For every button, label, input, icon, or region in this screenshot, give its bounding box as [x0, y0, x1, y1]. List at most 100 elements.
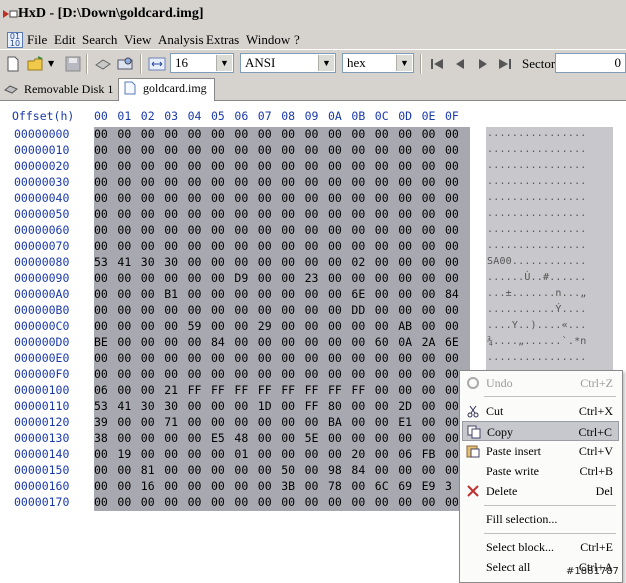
hex-byte[interactable]: 00: [94, 223, 108, 237]
hex-byte[interactable]: 00: [351, 351, 365, 365]
hex-byte[interactable]: 00: [141, 223, 155, 237]
hex-byte[interactable]: 00: [211, 159, 225, 173]
hex-byte[interactable]: 00: [375, 191, 389, 205]
hex-byte[interactable]: 00: [141, 207, 155, 221]
hex-byte[interactable]: 00: [188, 239, 202, 253]
hex-byte[interactable]: FF: [305, 399, 319, 413]
menu-item-cut[interactable]: Cut Ctrl+X: [462, 401, 619, 421]
hex-byte[interactable]: 00: [351, 415, 365, 429]
hex-byte[interactable]: 00: [398, 175, 412, 189]
hex-byte[interactable]: 00: [375, 415, 389, 429]
first-sector-icon[interactable]: [428, 55, 446, 73]
menu-item-paste-insert[interactable]: Paste insert Ctrl+V: [462, 441, 619, 461]
hex-byte[interactable]: 00: [281, 127, 295, 141]
hex-byte[interactable]: 00: [234, 367, 248, 381]
hex-byte[interactable]: 00: [328, 319, 342, 333]
hex-byte[interactable]: 30: [141, 399, 155, 413]
text-row[interactable]: ................: [487, 224, 587, 235]
hex-byte[interactable]: 00: [141, 287, 155, 301]
hex-byte[interactable]: 00: [305, 463, 319, 477]
hex-byte[interactable]: 00: [164, 143, 178, 157]
hex-byte[interactable]: 00: [328, 127, 342, 141]
hex-byte[interactable]: 00: [351, 127, 365, 141]
hex-byte[interactable]: 00: [94, 463, 108, 477]
hex-byte[interactable]: 80: [328, 399, 342, 413]
hex-byte[interactable]: 00: [234, 207, 248, 221]
hex-byte[interactable]: 00: [234, 319, 248, 333]
menu-extras[interactable]: Extras: [206, 32, 239, 48]
menu-search[interactable]: Search: [82, 32, 117, 48]
text-row[interactable]: ................: [487, 240, 587, 251]
hex-byte[interactable]: 00: [211, 399, 225, 413]
hex-byte[interactable]: 00: [141, 175, 155, 189]
hex-byte[interactable]: 00: [445, 303, 459, 317]
hex-byte[interactable]: 00: [422, 463, 436, 477]
hex-byte[interactable]: 00: [211, 287, 225, 301]
hex-byte[interactable]: AB: [398, 319, 412, 333]
menu-item-select-block[interactable]: Select block... Ctrl+E: [462, 537, 619, 557]
text-row[interactable]: ................: [487, 208, 587, 219]
hex-byte[interactable]: 00: [281, 367, 295, 381]
hex-byte[interactable]: 00: [328, 335, 342, 349]
hex-byte[interactable]: 00: [141, 319, 155, 333]
hex-byte[interactable]: 00: [281, 271, 295, 285]
hex-byte[interactable]: 00: [398, 495, 412, 509]
hex-byte[interactable]: 00: [281, 303, 295, 317]
hex-byte[interactable]: 00: [281, 335, 295, 349]
hex-byte[interactable]: 00: [422, 287, 436, 301]
hex-byte[interactable]: 00: [211, 495, 225, 509]
hex-byte[interactable]: 00: [188, 127, 202, 141]
open-disk-icon[interactable]: [94, 55, 112, 73]
menu-item-paste-write[interactable]: Paste write Ctrl+B: [462, 461, 619, 481]
hex-byte[interactable]: 00: [398, 463, 412, 477]
hex-byte[interactable]: 00: [351, 319, 365, 333]
hex-byte[interactable]: 39: [94, 415, 108, 429]
hex-byte[interactable]: 00: [141, 415, 155, 429]
text-row[interactable]: ................: [487, 352, 587, 363]
hex-byte[interactable]: 00: [305, 319, 319, 333]
hex-byte[interactable]: 41: [117, 255, 131, 269]
hex-byte[interactable]: 00: [141, 383, 155, 397]
hex-byte[interactable]: 41: [117, 399, 131, 413]
hex-byte[interactable]: 00: [234, 255, 248, 269]
hex-byte[interactable]: 00: [188, 303, 202, 317]
hex-byte[interactable]: 00: [422, 319, 436, 333]
hex-byte[interactable]: 00: [211, 479, 225, 493]
hex-byte[interactable]: 00: [305, 143, 319, 157]
hex-byte[interactable]: 00: [117, 383, 131, 397]
hex-byte[interactable]: 00: [422, 431, 436, 445]
hex-byte[interactable]: 00: [164, 463, 178, 477]
last-sector-icon[interactable]: [496, 55, 514, 73]
hex-byte[interactable]: 00: [422, 303, 436, 317]
hex-byte[interactable]: 00: [258, 271, 272, 285]
hex-byte[interactable]: 00: [188, 367, 202, 381]
hex-byte[interactable]: 00: [258, 143, 272, 157]
hex-byte[interactable]: 00: [328, 431, 342, 445]
menu-help[interactable]: ?: [294, 32, 300, 48]
hex-byte[interactable]: 00: [211, 127, 225, 141]
hex-byte[interactable]: 00: [375, 271, 389, 285]
hex-byte[interactable]: 00: [305, 191, 319, 205]
hex-byte[interactable]: 00: [375, 127, 389, 141]
hex-byte[interactable]: E5: [211, 431, 225, 445]
hex-byte[interactable]: 00: [234, 191, 248, 205]
hex-byte[interactable]: 00: [94, 143, 108, 157]
hex-byte[interactable]: 00: [375, 319, 389, 333]
text-row[interactable]: ................: [487, 160, 587, 171]
hex-byte[interactable]: 00: [445, 191, 459, 205]
hex-byte[interactable]: 06: [94, 383, 108, 397]
hex-byte[interactable]: 00: [351, 335, 365, 349]
hex-byte[interactable]: 00: [445, 159, 459, 173]
hex-byte[interactable]: 00: [445, 399, 459, 413]
hex-byte[interactable]: 00: [398, 367, 412, 381]
hex-byte[interactable]: 00: [328, 207, 342, 221]
hex-byte[interactable]: 00: [351, 223, 365, 237]
hex-byte[interactable]: BA: [328, 415, 342, 429]
hex-byte[interactable]: 00: [258, 351, 272, 365]
hex-byte[interactable]: 00: [234, 479, 248, 493]
hex-byte[interactable]: 00: [328, 175, 342, 189]
hex-byte[interactable]: 00: [141, 431, 155, 445]
hex-byte[interactable]: 00: [375, 431, 389, 445]
hex-byte[interactable]: 00: [305, 303, 319, 317]
hex-byte[interactable]: 00: [281, 319, 295, 333]
